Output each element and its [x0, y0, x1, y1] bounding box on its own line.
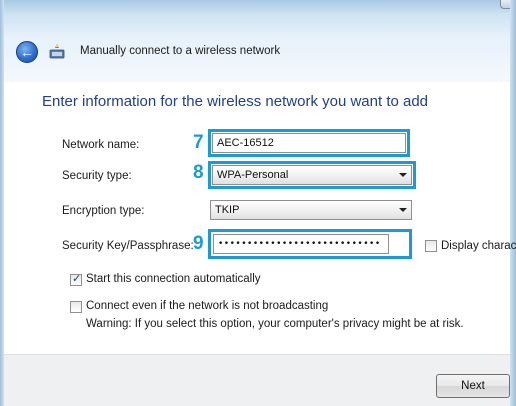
step-number-9: 9: [193, 233, 204, 254]
connect-hidden-label: Connect even if the network is not broad…: [86, 300, 329, 312]
window-title: Manually connect to a wireless network: [80, 45, 281, 57]
security-key-label: Security Key/Passphrase:: [62, 240, 194, 252]
step-number-8: 8: [193, 162, 204, 183]
connect-hidden-checkbox[interactable]: [70, 301, 82, 313]
start-automatically-label: Start this connection automatically: [86, 273, 261, 285]
chevron-down-icon: [399, 173, 407, 177]
encryption-type-value: TKIP: [215, 204, 240, 216]
privacy-warning-text: Warning: If you select this option, your…: [86, 318, 464, 330]
next-button[interactable]: Next: [436, 374, 510, 398]
display-characters-label: Display characte: [441, 240, 516, 252]
network-name-input[interactable]: AEC-16512: [212, 133, 406, 153]
security-type-select[interactable]: WPA-Personal: [212, 165, 412, 185]
wireless-network-icon: [49, 44, 65, 59]
chevron-down-icon: [399, 208, 407, 212]
security-key-input[interactable]: ••••••••••••••••••••••••••••: [213, 234, 389, 254]
encryption-type-label: Encryption type:: [62, 205, 145, 217]
dialog-footer: [4, 354, 510, 406]
title-bar: [0, 0, 516, 82]
back-arrow-icon: ←: [20, 44, 34, 60]
window-frame-right: [510, 0, 516, 406]
security-type-label: Security type:: [62, 170, 132, 182]
display-characters-checkbox[interactable]: [425, 240, 437, 252]
start-automatically-checkbox[interactable]: [70, 272, 82, 286]
encryption-type-select[interactable]: TKIP: [210, 200, 412, 220]
page-heading: Enter information for the wireless netwo…: [42, 93, 429, 110]
security-type-value: WPA-Personal: [217, 169, 289, 181]
back-button[interactable]: ←: [16, 41, 38, 63]
network-name-label: Network name:: [62, 139, 140, 151]
step-number-7: 7: [193, 132, 204, 153]
